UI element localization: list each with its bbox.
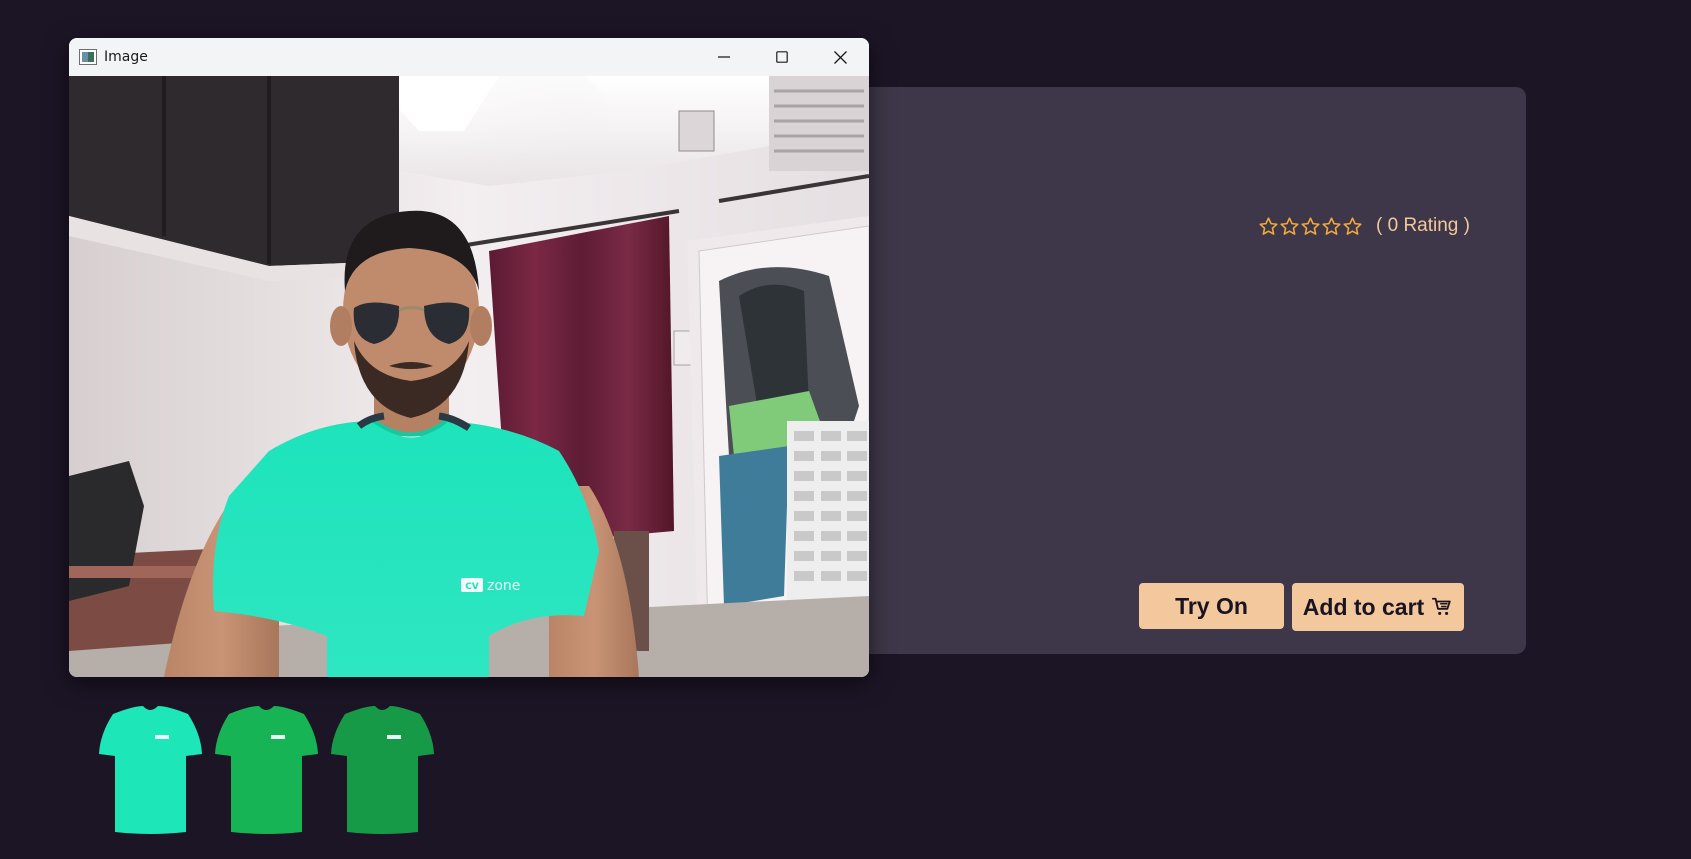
try-on-button[interactable]: Try On [1139,583,1284,629]
add-to-cart-button[interactable]: Add to cart [1292,583,1464,631]
maximize-icon [776,51,788,63]
minimize-icon [718,56,730,58]
camera-feed: CV zone [69,76,869,677]
star-icon[interactable] [1321,216,1342,237]
tshirt-thumbnail-green[interactable] [214,704,319,834]
star-icon[interactable] [1300,216,1321,237]
rating: ( 0 Rating ) [1258,215,1470,237]
cvzone-logo: CV zone [461,578,520,594]
add-to-cart-label: Add to cart [1302,593,1425,620]
tshirt-thumbnail-dark-green[interactable] [330,704,435,834]
svg-text:zone: zone [487,578,520,594]
maximize-button[interactable] [753,38,811,76]
close-icon [833,50,847,64]
star-icon[interactable] [1258,216,1279,237]
image-window[interactable]: Image CV zone [69,38,869,677]
rating-count: ( 0 Rating ) [1376,215,1470,236]
camera-frame: CV zone [69,76,869,677]
close-button[interactable] [811,38,869,76]
svg-text:CV: CV [465,582,479,592]
tshirt-thumbnail-turquoise[interactable] [98,704,203,834]
image-app-icon [79,49,97,65]
star-icon[interactable] [1342,216,1363,237]
window-title: Image [104,49,148,65]
minimize-button[interactable] [695,38,753,76]
rating-stars [1258,216,1363,237]
star-icon[interactable] [1279,216,1300,237]
try-on-label: Try On [1175,592,1248,619]
tshirt-thumbnails [98,704,435,834]
cart-icon [1432,597,1451,615]
window-titlebar[interactable]: Image [69,38,869,76]
product-card: ( 0 Rating ) Try On Add to cart [800,87,1526,654]
